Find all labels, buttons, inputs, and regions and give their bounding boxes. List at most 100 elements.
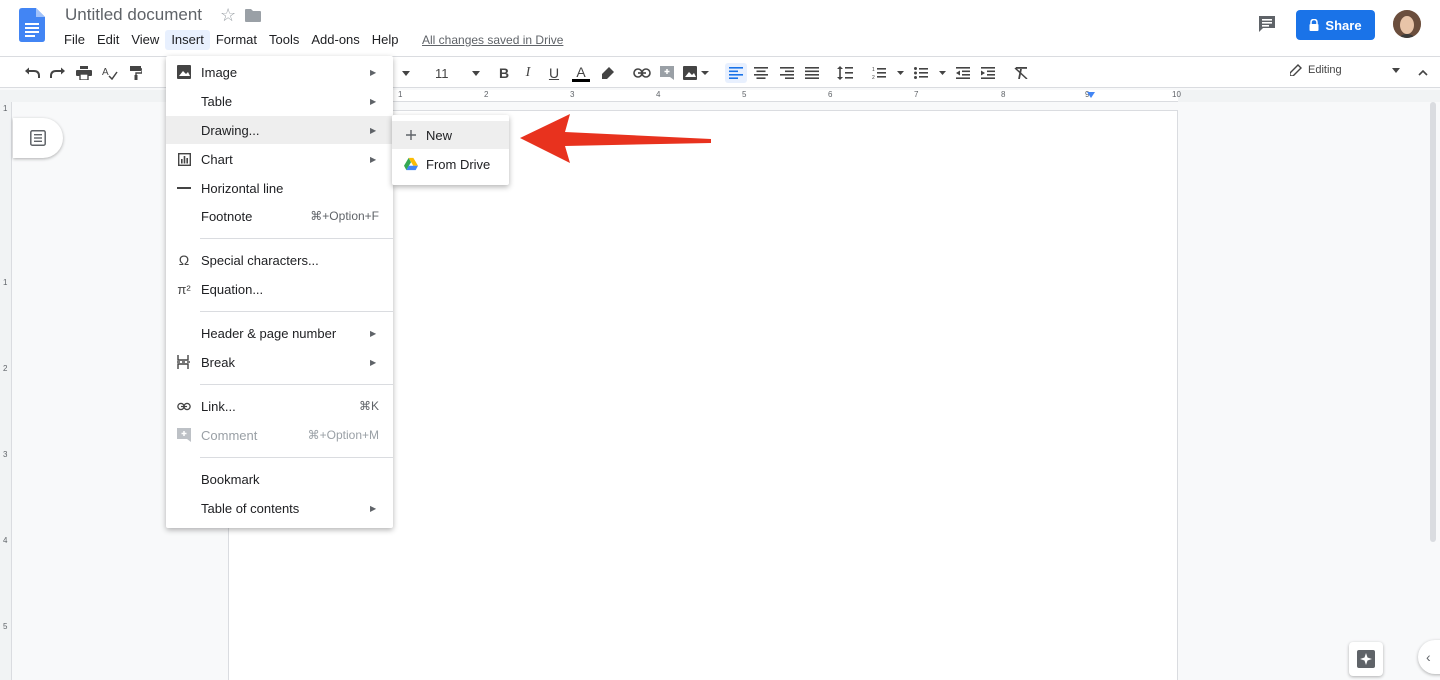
ruler-mark: 7 <box>914 90 919 99</box>
chart-icon <box>177 152 191 166</box>
document-title[interactable]: Untitled document <box>65 5 202 25</box>
google-docs-logo-icon[interactable] <box>19 8 45 42</box>
ruler-mark: 5 <box>742 90 747 99</box>
folder-icon[interactable] <box>245 9 261 22</box>
bold-icon[interactable]: B <box>494 63 514 83</box>
comment-shortcut: ⌘+Option+M <box>307 428 379 442</box>
menu-insert[interactable]: Insert <box>165 30 210 50</box>
side-panel-toggle[interactable]: ‹ <box>1418 640 1440 674</box>
menu-item-image[interactable]: Image ▶ <box>166 58 393 86</box>
menu-tools[interactable]: Tools <box>263 30 305 50</box>
insert-image-icon[interactable] <box>681 63 711 83</box>
menu-item-drawing[interactable]: Drawing... ▶ <box>166 116 393 144</box>
print-icon[interactable] <box>74 63 94 83</box>
insert-link-icon[interactable] <box>631 63 653 83</box>
vertical-scrollbar[interactable] <box>1430 102 1436 542</box>
menu-item-table-of-contents[interactable]: Table of contents ▶ <box>166 494 393 522</box>
menu-divider <box>200 457 393 458</box>
menu-add-ons[interactable]: Add-ons <box>305 30 365 50</box>
submenu-arrow-icon: ▶ <box>370 503 377 513</box>
vertical-ruler[interactable]: 1 1 2 3 4 5 <box>0 102 12 680</box>
ruler-mark: 4 <box>656 90 661 99</box>
app-header: Untitled document ☆ File Edit View Inser… <box>0 0 1440 56</box>
outline-list-icon <box>30 130 46 146</box>
drawing-submenu: New From Drive <box>392 115 509 185</box>
footnote-shortcut: ⌘+Option+F <box>310 209 379 223</box>
page-break-icon <box>177 355 191 369</box>
menu-item-header-page-number[interactable]: Header & page number ▶ <box>166 319 393 347</box>
menu-item-footnote[interactable]: Footnote ⌘+Option+F <box>166 202 393 230</box>
vruler-mark: 3 <box>3 450 8 459</box>
menu-item-chart[interactable]: Chart ▶ <box>166 145 393 173</box>
ruler-mark: 3 <box>570 90 575 99</box>
increase-indent-icon[interactable] <box>977 63 999 83</box>
comments-icon[interactable] <box>1257 14 1277 34</box>
menu-bar: File Edit View Insert Format Tools Add-o… <box>58 30 405 50</box>
add-comment-icon[interactable] <box>657 63 677 83</box>
line-spacing-icon[interactable] <box>834 63 856 83</box>
menu-item-bookmark[interactable]: Bookmark <box>166 465 393 493</box>
submenu-arrow-icon: ▶ <box>370 328 377 338</box>
menu-item-link[interactable]: Link... ⌘K <box>166 392 393 420</box>
collapse-toolbar-icon[interactable] <box>1414 63 1432 83</box>
menu-format[interactable]: Format <box>210 30 263 50</box>
plus-icon <box>404 128 418 142</box>
submenu-item-from-drive[interactable]: From Drive <box>392 150 509 178</box>
highlight-color-icon[interactable] <box>598 63 618 83</box>
align-center-icon[interactable] <box>750 63 772 83</box>
underline-icon[interactable]: U <box>544 63 564 83</box>
font-size-select[interactable]: 11 <box>430 63 474 83</box>
submenu-item-new[interactable]: New <box>392 121 509 149</box>
menu-file[interactable]: File <box>58 30 91 50</box>
menu-item-horizontal-line[interactable]: Horizontal line <box>166 174 393 202</box>
svg-text:1: 1 <box>872 67 875 73</box>
document-outline-button[interactable] <box>13 118 63 158</box>
text-color-icon[interactable]: A <box>570 63 592 83</box>
redo-icon[interactable] <box>48 63 68 83</box>
vruler-mark: 2 <box>3 364 8 373</box>
menu-item-special-characters[interactable]: Ω Special characters... <box>166 246 393 274</box>
clear-formatting-icon[interactable] <box>1010 63 1032 83</box>
menu-view[interactable]: View <box>125 30 165 50</box>
share-label: Share <box>1325 17 1362 33</box>
italic-icon[interactable]: I <box>518 63 538 83</box>
star-icon[interactable]: ☆ <box>220 5 236 26</box>
omega-icon: Ω <box>178 252 190 268</box>
bulleted-list-icon[interactable] <box>912 63 948 83</box>
menu-item-equation[interactable]: π² Equation... <box>166 275 393 303</box>
undo-icon[interactable] <box>22 63 42 83</box>
submenu-arrow-icon: ▶ <box>370 96 377 106</box>
menu-item-comment[interactable]: Comment ⌘+Option+M <box>166 421 393 449</box>
avatar[interactable] <box>1393 10 1421 38</box>
editing-mode-chevron-icon <box>1391 67 1400 73</box>
menu-help[interactable]: Help <box>366 30 405 50</box>
ruler-mark: 8 <box>1001 90 1006 99</box>
saved-status-link[interactable]: All changes saved in Drive <box>422 33 563 47</box>
ruler-mark: 6 <box>828 90 833 99</box>
paint-format-icon[interactable] <box>126 63 146 83</box>
explore-button[interactable] <box>1349 642 1383 676</box>
link-icon <box>177 399 191 413</box>
image-icon <box>177 65 191 79</box>
editing-mode-select[interactable]: Editing <box>1290 64 1400 76</box>
vruler-mark: 4 <box>3 536 8 545</box>
menu-item-break[interactable]: Break ▶ <box>166 348 393 376</box>
justify-icon[interactable] <box>801 63 823 83</box>
menu-item-table[interactable]: Table ▶ <box>166 87 393 115</box>
font-size-chevron-icon[interactable] <box>470 63 482 83</box>
numbered-list-icon[interactable]: 12 <box>870 63 906 83</box>
submenu-arrow-icon: ▶ <box>370 125 377 135</box>
zoom-dropdown-chevron-icon[interactable] <box>396 63 416 83</box>
align-right-icon[interactable] <box>776 63 798 83</box>
menu-edit[interactable]: Edit <box>91 30 125 50</box>
right-indent-marker-icon[interactable] <box>1087 92 1095 100</box>
decrease-indent-icon[interactable] <box>952 63 974 83</box>
share-button[interactable]: Share <box>1296 10 1375 40</box>
submenu-arrow-icon: ▶ <box>370 357 377 367</box>
google-drive-icon <box>404 157 418 171</box>
editing-mode-label: Editing <box>1308 64 1342 76</box>
align-left-icon[interactable] <box>725 63 747 83</box>
spellcheck-icon[interactable]: A <box>100 63 120 83</box>
menu-divider <box>200 238 393 239</box>
chevron-left-icon: ‹ <box>1426 649 1431 665</box>
